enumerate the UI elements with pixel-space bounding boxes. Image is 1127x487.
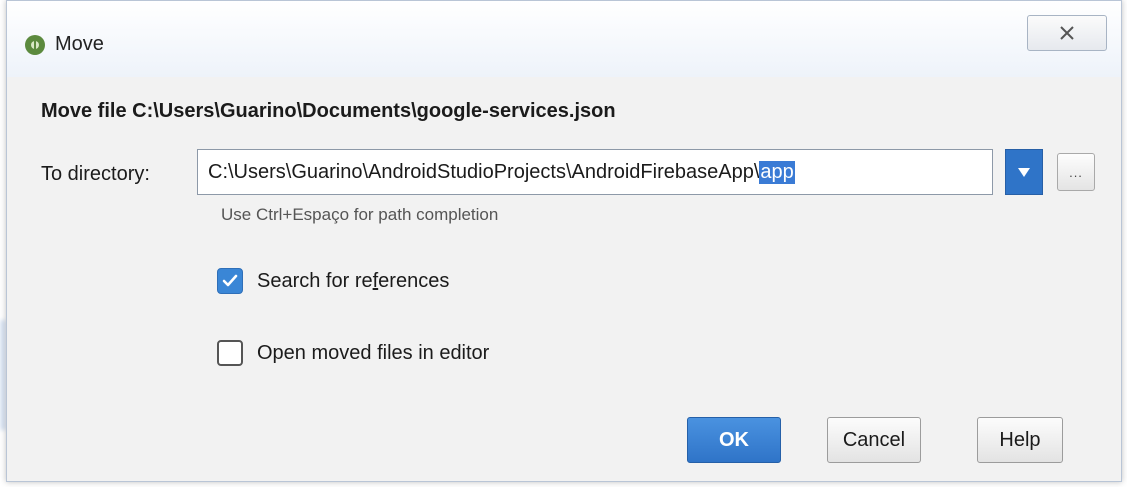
open-moved-files-label: Open moved files in editor	[257, 341, 490, 364]
move-dialog: Move Move file C:\Users\Guarino\Document…	[6, 0, 1122, 482]
directory-path-text: C:\Users\Guarino\AndroidStudioProjects\A…	[208, 160, 760, 183]
directory-selected-text: app	[759, 160, 795, 184]
android-studio-icon	[25, 35, 45, 55]
browse-button[interactable]: ...	[1057, 153, 1095, 191]
close-icon	[1060, 26, 1074, 40]
directory-input[interactable]: C:\Users\Guarino\AndroidStudioProjects\A…	[197, 149, 993, 195]
path-completion-hint: Use Ctrl+Espaço for path completion	[221, 205, 499, 224]
checkmark-icon	[222, 274, 238, 287]
search-references-label: Search for references	[257, 269, 450, 292]
triangle-down-icon	[1018, 167, 1030, 177]
cancel-button[interactable]: Cancel	[827, 417, 921, 463]
ok-button[interactable]: OK	[687, 417, 781, 463]
help-button[interactable]: Help	[977, 417, 1063, 463]
to-directory-label: To directory:	[41, 163, 150, 185]
window-title: Move	[55, 33, 104, 55]
dialog-content: Move file C:\Users\Guarino\Documents\goo…	[7, 77, 1121, 481]
close-button[interactable]	[1027, 15, 1107, 51]
open-moved-files-option[interactable]: Open moved files in editor	[217, 340, 489, 366]
search-references-option[interactable]: Search for references	[217, 268, 449, 294]
directory-dropdown-button[interactable]	[1005, 149, 1043, 195]
search-references-checkbox[interactable]	[217, 268, 243, 294]
title-bar[interactable]: Move	[7, 1, 1121, 77]
dialog-heading: Move file C:\Users\Guarino\Documents\goo…	[41, 100, 616, 122]
open-moved-files-checkbox[interactable]	[217, 340, 243, 366]
